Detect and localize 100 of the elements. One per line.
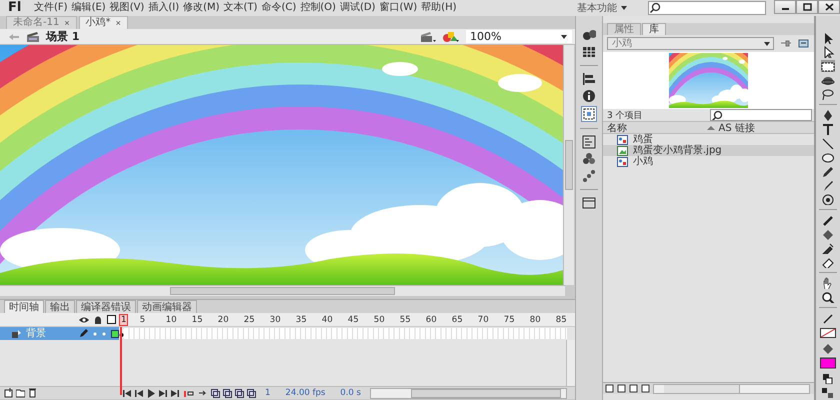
eye-icon[interactable] [79, 316, 89, 324]
close-button[interactable]: × [64, 18, 70, 28]
outline-color-icon[interactable] [111, 330, 119, 338]
play-icon[interactable] [147, 388, 156, 398]
zoom-dropdown[interactable]: 100% [466, 30, 572, 43]
panel-tab[interactable]: 输出 [45, 300, 75, 313]
frame-number: 35 [296, 314, 307, 324]
horizontal-scrollbar[interactable] [370, 388, 567, 398]
loop-icon[interactable] [183, 388, 195, 398]
library-item[interactable]: 鸡蛋 [603, 134, 814, 145]
new-layer-icon[interactable] [4, 388, 13, 398]
menu-item[interactable]: 调试(D) [338, 1, 376, 15]
trash-icon[interactable] [641, 384, 650, 393]
frame-number: 55 [400, 314, 411, 324]
onion-markers-icon[interactable] [247, 388, 256, 398]
panel-tab[interactable]: 编译器错误 [76, 300, 136, 313]
menu-item[interactable]: 命令(C) [260, 1, 298, 15]
components-icon[interactable] [582, 152, 596, 166]
edit-symbols-icon[interactable] [442, 30, 460, 43]
info-icon[interactable] [582, 89, 596, 103]
swap-colors-icon[interactable] [821, 386, 835, 398]
edit-multiple-frames-icon[interactable] [235, 388, 244, 398]
panel-tab[interactable]: 库 [642, 23, 666, 35]
menu-item[interactable]: 窗口(W) [378, 1, 418, 15]
lock-icon[interactable] [94, 315, 102, 324]
default-colors-icon[interactable] [821, 372, 835, 384]
line-icon[interactable] [821, 137, 835, 149]
center-frame-icon[interactable] [198, 388, 208, 398]
zoom-icon[interactable] [821, 291, 835, 303]
maximize-button[interactable] [796, 0, 818, 14]
column-header[interactable]: 名称 [607, 120, 702, 134]
lasso-icon[interactable] [821, 88, 835, 100]
new-folder-icon[interactable] [617, 384, 626, 393]
horizontal-scrollbar[interactable] [0, 285, 565, 296]
caret-icon [620, 4, 628, 12]
stroke-color-swatch[interactable] [820, 326, 836, 340]
dot-icon[interactable] [93, 332, 97, 336]
edit-scene-icon[interactable] [420, 30, 436, 42]
frame-rate[interactable]: 24.00 fps [285, 388, 326, 398]
align-icon[interactable] [582, 72, 596, 86]
horizontal-scrollbar[interactable] [653, 384, 810, 394]
pencil-icon[interactable] [821, 165, 835, 177]
rotation-icon[interactable] [821, 74, 835, 86]
search-field[interactable] [710, 109, 812, 121]
document-dropdown[interactable]: 小鸡 [607, 37, 774, 50]
search-icon [649, 2, 661, 14]
bone-chain-icon[interactable] [582, 169, 596, 183]
trash-icon[interactable] [28, 388, 37, 398]
playhead[interactable]: 1 [119, 314, 128, 326]
menu-item[interactable]: 视图(V) [108, 1, 146, 15]
onion-skin-icon[interactable] [211, 388, 220, 398]
document-tab[interactable]: 小鸡* × [78, 16, 128, 29]
text-tool-icon[interactable] [821, 123, 835, 135]
vertical-scrollbar[interactable] [563, 45, 574, 285]
menu-item[interactable]: 文件(F) [33, 1, 69, 15]
menu-item[interactable]: 修改(M) [182, 1, 221, 15]
library-item[interactable]: 小鸡 [603, 156, 814, 167]
new-symbol-icon[interactable] [605, 384, 614, 393]
vertical-scrollbar[interactable] [566, 340, 575, 386]
step-back-icon[interactable] [135, 388, 144, 398]
first-frame-icon[interactable] [123, 388, 132, 398]
swatches-icon[interactable] [582, 45, 596, 59]
menu-item[interactable]: 帮助(H) [420, 1, 458, 15]
marquee-icon[interactable] [821, 60, 835, 72]
library-icon[interactable] [582, 135, 596, 149]
minimize-button[interactable] [774, 0, 796, 14]
frame-number: 70 [478, 314, 489, 324]
menu-item[interactable]: 控制(O) [299, 1, 337, 15]
column-header[interactable]: AS 链接 [718, 120, 814, 134]
search-field[interactable] [648, 1, 766, 15]
new-folder-icon[interactable] [16, 388, 25, 398]
oval-icon[interactable] [821, 151, 835, 163]
menu-item[interactable]: 编辑(E) [70, 1, 107, 15]
last-frame-icon[interactable] [171, 388, 180, 398]
document-tab[interactable]: 未命名-11 × [6, 16, 77, 29]
menu-item[interactable]: 插入(I) [147, 1, 180, 15]
motion-presets-icon[interactable] [582, 28, 596, 42]
new-library-panel-icon[interactable] [798, 39, 810, 48]
frame-number: 75 [504, 314, 515, 324]
step-forward-icon[interactable] [159, 388, 168, 398]
outline-square-icon[interactable] [107, 315, 116, 324]
properties-icon[interactable] [629, 384, 638, 393]
library-item[interactable]: 鸡蛋变小鸡背景.jpg [603, 145, 814, 156]
transform-icon[interactable] [581, 106, 597, 122]
panel-tab[interactable]: 动画编辑器 [137, 300, 197, 313]
deco-icon[interactable] [821, 193, 835, 205]
close-button[interactable] [818, 0, 840, 14]
onion-skin-outlines-icon[interactable] [223, 388, 232, 398]
eraser-icon[interactable] [821, 256, 835, 268]
close-button[interactable]: × [116, 18, 121, 28]
pin-icon[interactable] [780, 39, 792, 48]
item-name: 鸡蛋变小鸡背景.jpg [633, 145, 722, 156]
sort-caret-icon[interactable] [706, 124, 714, 130]
menu-item[interactable]: 文本(T) [222, 1, 258, 15]
workspace-dropdown[interactable]: 基本功能 [577, 1, 628, 15]
history-icon[interactable] [582, 196, 596, 210]
fill-color-swatch[interactable] [820, 356, 836, 370]
symbol-icon [617, 156, 628, 166]
panel-tab[interactable]: 时间轴 [4, 300, 44, 313]
dot-icon[interactable] [102, 332, 106, 336]
